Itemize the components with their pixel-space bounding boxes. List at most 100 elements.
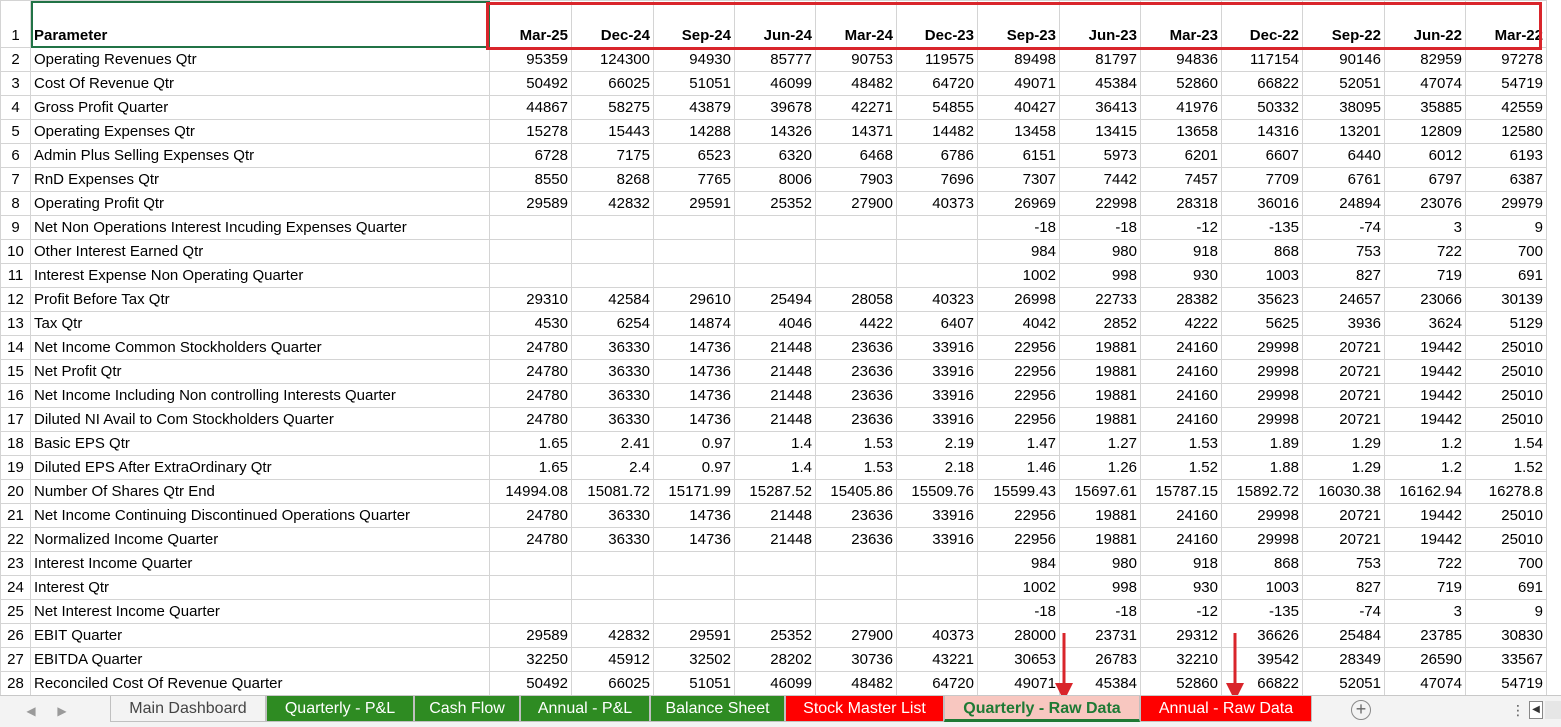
value-cell[interactable]: 29998 [1221, 527, 1303, 552]
value-cell[interactable]: 33916 [896, 527, 978, 552]
value-cell[interactable]: 15081.72 [571, 479, 654, 504]
value-cell[interactable] [815, 575, 897, 600]
row-header[interactable]: 13 [0, 311, 31, 336]
row-header[interactable]: 9 [0, 215, 31, 240]
value-cell[interactable]: 7765 [653, 167, 735, 192]
value-cell[interactable]: 2852 [1059, 311, 1141, 336]
value-cell[interactable]: 1.46 [977, 455, 1060, 480]
value-cell[interactable]: 12809 [1384, 119, 1466, 144]
value-cell[interactable]: 3624 [1384, 311, 1466, 336]
value-cell[interactable]: 19881 [1059, 335, 1141, 360]
value-cell[interactable]: 980 [1059, 239, 1141, 264]
value-cell[interactable]: 36330 [571, 335, 654, 360]
value-cell[interactable] [815, 551, 897, 576]
value-cell[interactable]: 43879 [653, 95, 735, 120]
value-cell[interactable]: 7903 [815, 167, 897, 192]
value-cell[interactable]: 7457 [1140, 167, 1222, 192]
value-cell[interactable]: 25010 [1465, 383, 1547, 408]
row-header[interactable]: 7 [0, 167, 31, 192]
value-cell[interactable]: 36330 [571, 503, 654, 528]
value-cell[interactable] [571, 215, 654, 240]
column-header-date[interactable]: Sep-23 [977, 0, 1060, 48]
value-cell[interactable]: 40427 [977, 95, 1060, 120]
value-cell[interactable]: 3 [1384, 599, 1466, 624]
value-cell[interactable] [896, 215, 978, 240]
row-header[interactable]: 15 [0, 359, 31, 384]
value-cell[interactable]: 29610 [653, 287, 735, 312]
value-cell[interactable]: 16030.38 [1302, 479, 1385, 504]
value-cell[interactable]: 1.27 [1059, 431, 1141, 456]
row-header[interactable]: 28 [0, 671, 31, 696]
value-cell[interactable] [653, 215, 735, 240]
row-header[interactable]: 22 [0, 527, 31, 552]
row-header[interactable]: 24 [0, 575, 31, 600]
more-dots-icon[interactable]: ⋮ [1511, 702, 1525, 719]
row-header[interactable]: 1 [0, 0, 31, 48]
value-cell[interactable]: 26969 [977, 191, 1060, 216]
value-cell[interactable]: 43221 [896, 647, 978, 672]
parameter-cell[interactable]: Gross Profit Quarter [30, 95, 490, 120]
value-cell[interactable]: 1.29 [1302, 455, 1385, 480]
value-cell[interactable]: 35623 [1221, 287, 1303, 312]
value-cell[interactable]: 29979 [1465, 191, 1547, 216]
value-cell[interactable]: 15405.86 [815, 479, 897, 504]
row-header[interactable]: 2 [0, 47, 31, 72]
value-cell[interactable]: 21448 [734, 407, 816, 432]
value-cell[interactable]: 66822 [1221, 671, 1303, 696]
value-cell[interactable]: 51051 [653, 671, 735, 696]
value-cell[interactable]: 26998 [977, 287, 1060, 312]
value-cell[interactable] [653, 575, 735, 600]
value-cell[interactable]: 29591 [653, 191, 735, 216]
value-cell[interactable]: 19881 [1059, 503, 1141, 528]
value-cell[interactable]: -74 [1302, 215, 1385, 240]
value-cell[interactable]: 700 [1465, 239, 1547, 264]
value-cell[interactable]: 19881 [1059, 527, 1141, 552]
value-cell[interactable]: 8268 [571, 167, 654, 192]
value-cell[interactable]: 36413 [1059, 95, 1141, 120]
value-cell[interactable]: 90753 [815, 47, 897, 72]
row-header[interactable]: 4 [0, 95, 31, 120]
value-cell[interactable]: -18 [1059, 215, 1141, 240]
value-cell[interactable]: 6607 [1221, 143, 1303, 168]
value-cell[interactable] [653, 551, 735, 576]
parameter-cell[interactable]: Operating Revenues Qtr [30, 47, 490, 72]
value-cell[interactable]: 14736 [653, 383, 735, 408]
value-cell[interactable] [734, 239, 816, 264]
value-cell[interactable]: 36016 [1221, 191, 1303, 216]
value-cell[interactable] [571, 575, 654, 600]
value-cell[interactable]: 691 [1465, 263, 1547, 288]
value-cell[interactable]: 45912 [571, 647, 654, 672]
row-header[interactable]: 3 [0, 71, 31, 96]
value-cell[interactable]: 5129 [1465, 311, 1547, 336]
value-cell[interactable]: 54719 [1465, 671, 1547, 696]
value-cell[interactable]: 85777 [734, 47, 816, 72]
value-cell[interactable]: 4530 [489, 311, 572, 336]
value-cell[interactable]: 66822 [1221, 71, 1303, 96]
row-header[interactable]: 26 [0, 623, 31, 648]
value-cell[interactable]: 90146 [1302, 47, 1385, 72]
value-cell[interactable]: 22956 [977, 335, 1060, 360]
value-cell[interactable]: 19442 [1384, 383, 1466, 408]
row-header[interactable]: 14 [0, 335, 31, 360]
value-cell[interactable]: 36330 [571, 527, 654, 552]
value-cell[interactable]: 4422 [815, 311, 897, 336]
value-cell[interactable]: 6440 [1302, 143, 1385, 168]
value-cell[interactable]: 984 [977, 239, 1060, 264]
value-cell[interactable] [896, 239, 978, 264]
value-cell[interactable]: 24780 [489, 503, 572, 528]
value-cell[interactable]: 50492 [489, 671, 572, 696]
value-cell[interactable]: 8550 [489, 167, 572, 192]
value-cell[interactable]: 6523 [653, 143, 735, 168]
value-cell[interactable]: 1.54 [1465, 431, 1547, 456]
value-cell[interactable]: 52051 [1302, 671, 1385, 696]
parameter-cell[interactable]: Tax Qtr [30, 311, 490, 336]
row-header[interactable]: 8 [0, 191, 31, 216]
value-cell[interactable]: 22956 [977, 503, 1060, 528]
value-cell[interactable]: 15892.72 [1221, 479, 1303, 504]
row-header[interactable]: 12 [0, 287, 31, 312]
value-cell[interactable]: 930 [1140, 575, 1222, 600]
value-cell[interactable]: 19442 [1384, 359, 1466, 384]
parameter-cell[interactable]: Net Interest Income Quarter [30, 599, 490, 624]
value-cell[interactable]: 1003 [1221, 575, 1303, 600]
value-cell[interactable]: 6728 [489, 143, 572, 168]
